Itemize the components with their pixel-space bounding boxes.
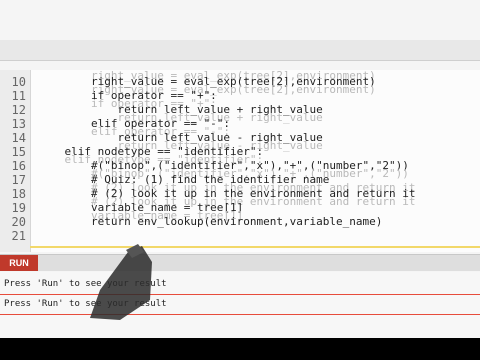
run-button[interactable]: RUN	[0, 255, 38, 271]
current-line-highlight	[30, 246, 480, 248]
video-frame: 10 right_value = eval_exp(tree[2],enviro…	[0, 0, 480, 360]
output-line: Press 'Run' to see your result	[4, 279, 167, 289]
output-divider	[0, 294, 480, 295]
output-divider-2	[0, 314, 480, 315]
output-panel: Press 'Run' to see your result Press 'Ru…	[0, 272, 480, 338]
ide-screen: 10 right_value = eval_exp(tree[2],enviro…	[0, 0, 480, 338]
line-number: 21	[11, 229, 26, 243]
browser-toolbar	[0, 40, 480, 61]
output-line-echo: Press 'Run' to see your result	[4, 299, 167, 309]
run-toolbar: RUN	[0, 254, 480, 271]
code-editor[interactable]: 10 right_value = eval_exp(tree[2],enviro…	[0, 70, 480, 252]
code-line[interactable]: 21	[0, 228, 480, 244]
